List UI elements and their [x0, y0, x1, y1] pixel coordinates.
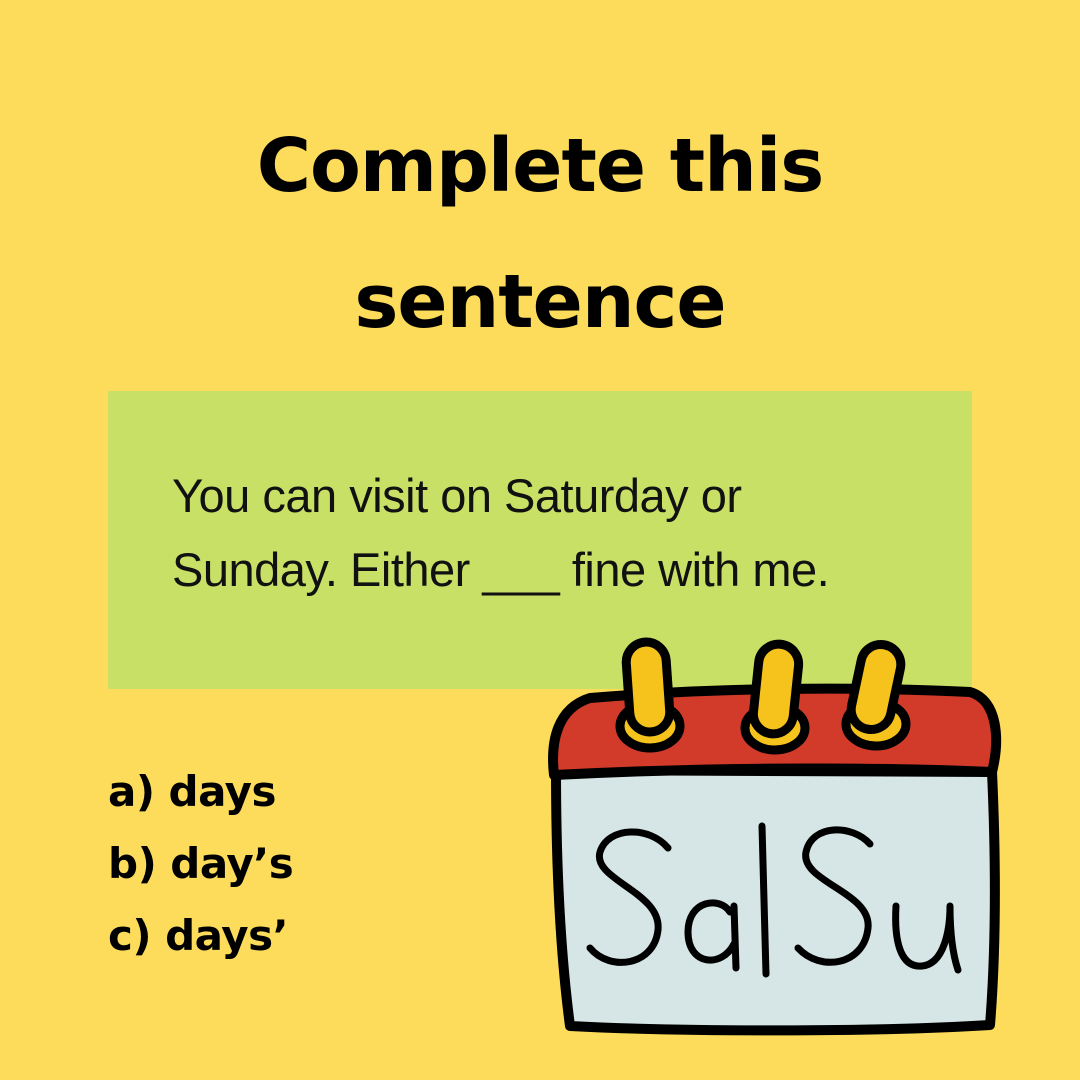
option-c-letter: c)	[108, 911, 152, 960]
ring-2	[748, 639, 804, 739]
option-b-letter: b)	[108, 839, 157, 888]
option-a-letter: a)	[108, 767, 155, 816]
option-c[interactable]: c) days’	[108, 900, 293, 972]
sentence-line-1: You can visit on Saturday or	[172, 469, 742, 522]
sentence-text: You can visit on Saturday or Sunday. Eit…	[172, 459, 942, 607]
ring-1	[621, 637, 675, 737]
calendar-icon	[548, 637, 1001, 1036]
answer-options: a) days b) day’s c) days’	[108, 756, 294, 972]
sentence-line-2: Sunday. Either ___ fine with me.	[172, 543, 830, 596]
option-c-text: days’	[165, 911, 289, 960]
quiz-title-line-1: Complete this	[256, 123, 825, 209]
quiz-title-line-2: sentence	[354, 259, 726, 345]
quiz-title: Complete this sentence	[0, 98, 1080, 370]
calendar-page	[551, 765, 1000, 1036]
option-a[interactable]: a) days	[108, 756, 293, 828]
option-a-text: days	[168, 767, 277, 816]
option-b-text: day’s	[170, 839, 294, 888]
option-b[interactable]: b) day’s	[108, 828, 294, 900]
